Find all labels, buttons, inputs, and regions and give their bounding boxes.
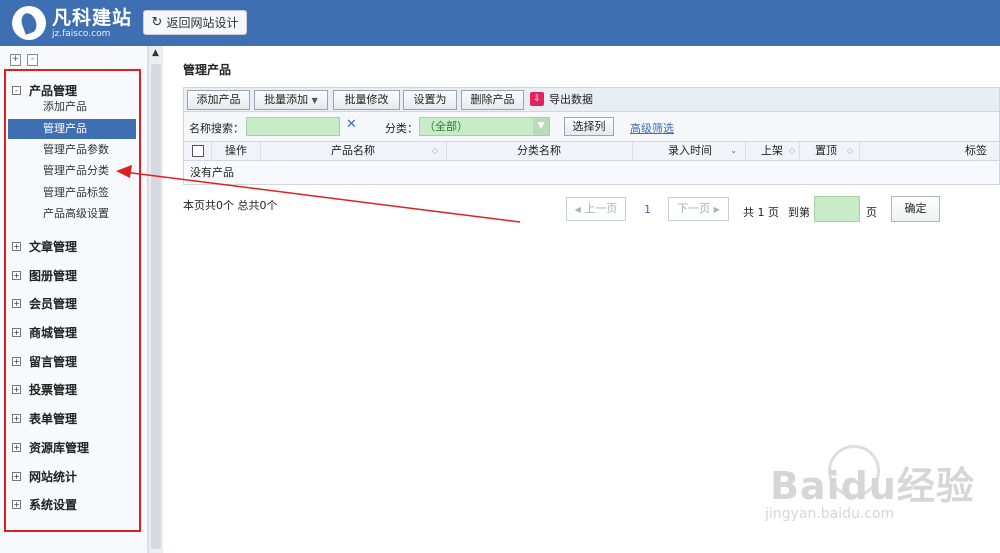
prev-page-label: 上一页 bbox=[584, 202, 618, 215]
chevron-down-icon: ▼ bbox=[311, 96, 318, 105]
category-selected-value: （全部） bbox=[424, 120, 468, 133]
category-label: 分类： bbox=[385, 122, 418, 135]
column-actions: 操作 bbox=[212, 142, 261, 160]
clear-icon[interactable]: ✕ bbox=[346, 117, 357, 132]
page-title: 管理产品 bbox=[183, 63, 232, 77]
chevron-down-icon: ▼ bbox=[533, 118, 549, 135]
annotation-highlight-box bbox=[4, 69, 141, 532]
confirm-page-button[interactable]: 确定 bbox=[891, 196, 940, 222]
batch-add-button[interactable]: 批量添加 ▼ bbox=[254, 90, 328, 110]
sort-icon: ◇ bbox=[788, 146, 795, 155]
top-bar: 凡科建站 jz.faisco.com ↻ 返回网站设计 bbox=[0, 0, 1000, 46]
page-number-input[interactable] bbox=[814, 196, 860, 222]
goto-label: 到第 bbox=[788, 206, 810, 219]
page-unit-label: 页 bbox=[866, 206, 877, 219]
back-to-design-label: 返回网站设计 bbox=[166, 16, 239, 30]
column-label: 标签 bbox=[965, 144, 987, 157]
batch-add-label: 批量添加 bbox=[264, 93, 309, 106]
delete-product-button[interactable]: 删除产品 bbox=[461, 90, 524, 110]
column-pin-top[interactable]: 置顶 ◇ bbox=[800, 142, 860, 160]
next-page-button[interactable]: 下一页 ▶ bbox=[668, 197, 729, 221]
logo[interactable]: 凡科建站 jz.faisco.com bbox=[12, 6, 132, 40]
table-header: 操作 产品名称 ◇ 分类名称 录入时间 ⌄ 上架 ◇ 置顶 ◇ 标签 bbox=[183, 141, 1000, 161]
choose-columns-button[interactable]: 选择列 bbox=[564, 117, 614, 136]
sidebar-scrollbar[interactable]: ▲ bbox=[148, 46, 163, 553]
category-select[interactable]: （全部） ▼ bbox=[419, 117, 550, 136]
current-page[interactable]: 1 bbox=[644, 203, 651, 216]
logo-icon bbox=[12, 6, 46, 40]
column-tags[interactable]: 标签 bbox=[860, 142, 1000, 160]
advanced-filter-link[interactable]: 高级筛选 bbox=[630, 120, 674, 136]
watermark-url: jingyan.baidu.com bbox=[765, 506, 895, 522]
expand-all-icon[interactable]: + bbox=[10, 54, 21, 66]
set-as-button[interactable]: 设置为 bbox=[403, 90, 457, 110]
export-icon: ⇩ bbox=[530, 92, 544, 106]
select-all-checkbox[interactable] bbox=[192, 145, 204, 157]
collapse-all-icon[interactable]: - bbox=[27, 54, 38, 66]
add-product-button[interactable]: 添加产品 bbox=[187, 90, 250, 110]
column-label: 置顶 bbox=[815, 144, 837, 157]
column-label: 产品名称 bbox=[331, 144, 375, 157]
name-search-input[interactable] bbox=[246, 117, 340, 136]
column-label: 录入时间 bbox=[668, 144, 712, 157]
column-entry-time[interactable]: 录入时间 ⌄ bbox=[633, 142, 746, 160]
toolbar: 添加产品 批量添加 ▼ 批量修改 设置为 删除产品 ⇩ 导出数据 bbox=[183, 87, 1000, 112]
empty-table-message: 没有产品 bbox=[183, 161, 1000, 185]
back-to-design-button[interactable]: ↻ 返回网站设计 bbox=[143, 10, 247, 35]
sort-icon: ◇ bbox=[431, 146, 438, 155]
column-label: 分类名称 bbox=[517, 144, 561, 157]
column-product-name[interactable]: 产品名称 ◇ bbox=[261, 142, 447, 160]
sort-icon: ◇ bbox=[846, 146, 853, 155]
chevron-right-icon: ▶ bbox=[713, 205, 720, 214]
column-category-name[interactable]: 分类名称 bbox=[447, 142, 633, 160]
search-row: 名称搜索： ✕ 分类： （全部） ▼ 选择列 高级筛选 bbox=[183, 112, 1000, 141]
chevron-left-icon: ◀ bbox=[574, 205, 581, 214]
logo-url: jz.faisco.com bbox=[52, 29, 111, 39]
scroll-thumb[interactable] bbox=[151, 64, 161, 549]
name-search-label: 名称搜索： bbox=[189, 122, 244, 135]
total-pages: 共 1 页 bbox=[743, 206, 779, 219]
prev-page-button[interactable]: ◀ 上一页 bbox=[566, 197, 626, 221]
column-on-shelf[interactable]: 上架 ◇ bbox=[746, 142, 800, 160]
batch-edit-button[interactable]: 批量修改 bbox=[333, 90, 400, 110]
logo-name: 凡科建站 bbox=[52, 7, 133, 29]
export-data-button[interactable]: ⇩ 导出数据 bbox=[530, 91, 593, 107]
scroll-up-icon[interactable]: ▲ bbox=[152, 48, 159, 58]
page-summary: 本页共0个 总共0个 bbox=[183, 199, 278, 212]
watermark-brand: Baidu经验 bbox=[770, 464, 975, 508]
export-data-label: 导出数据 bbox=[549, 93, 593, 106]
next-page-label: 下一页 bbox=[677, 202, 711, 215]
sort-desc-icon: ⌄ bbox=[730, 146, 737, 155]
refresh-icon: ↻ bbox=[151, 15, 163, 30]
column-label: 上架 bbox=[761, 144, 783, 157]
